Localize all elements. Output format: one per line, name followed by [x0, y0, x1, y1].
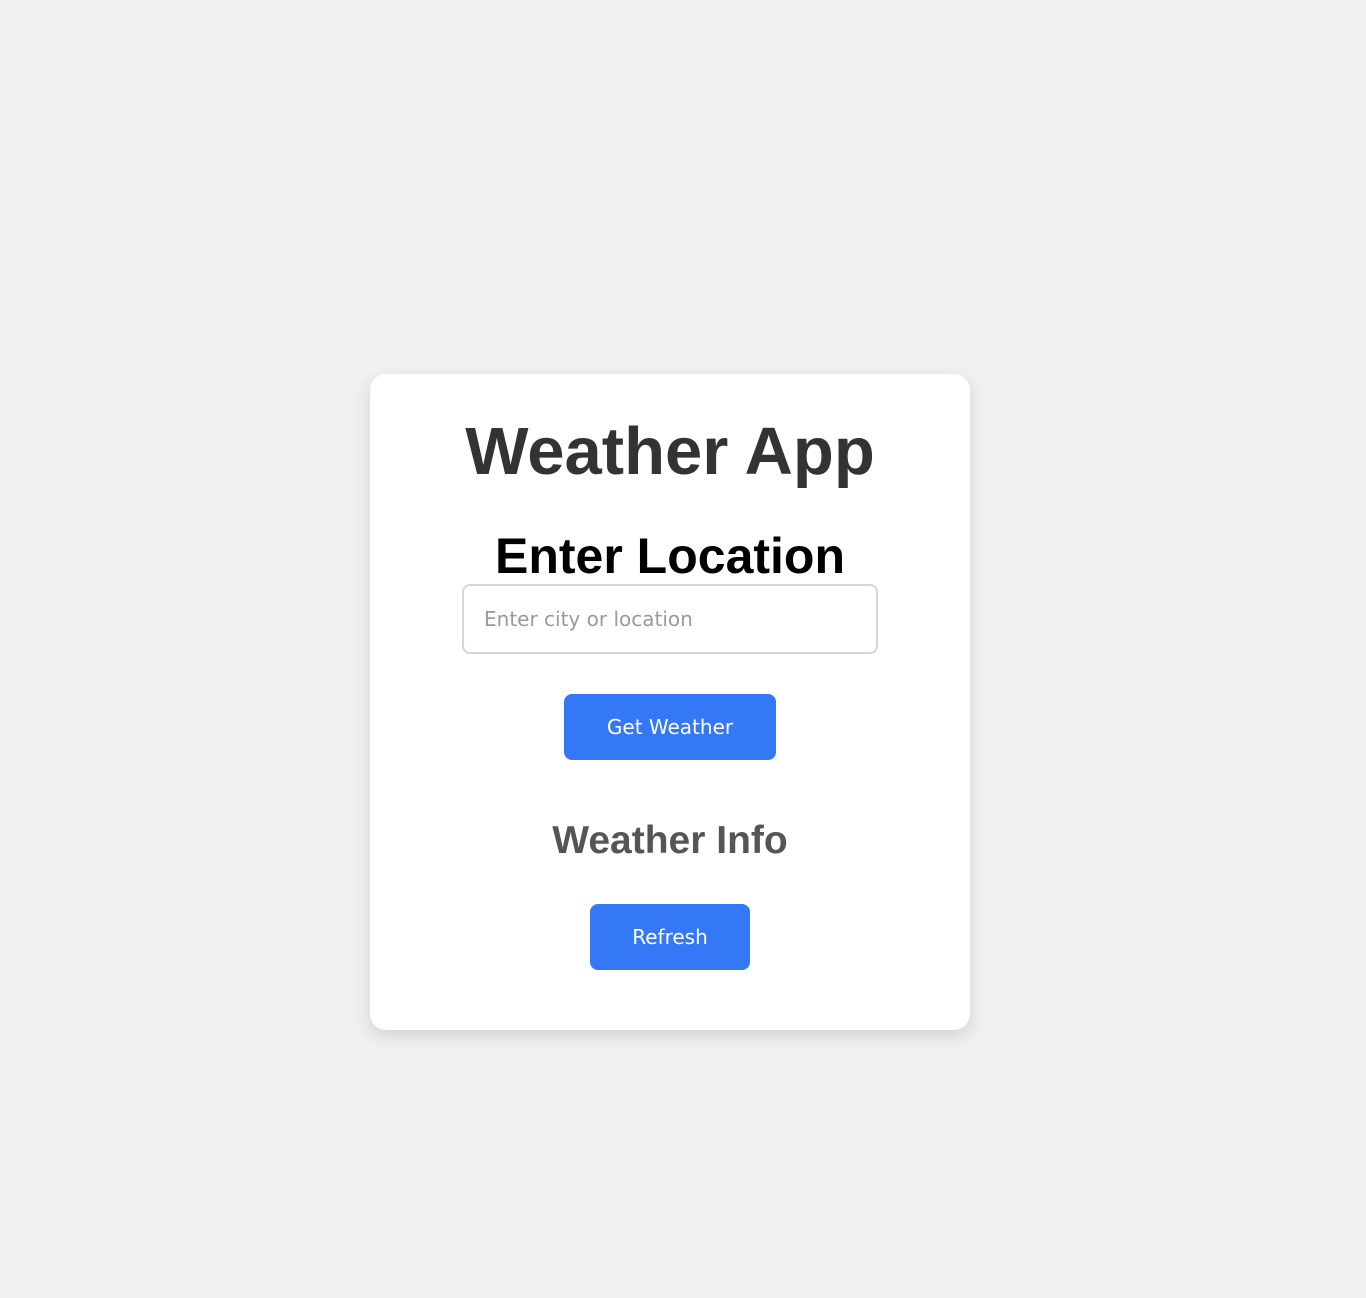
location-heading: Enter Location [494, 528, 846, 584]
weather-info-heading: Weather Info [552, 819, 788, 862]
refresh-button[interactable]: Refresh [590, 904, 750, 970]
app-title: Weather App [465, 414, 875, 489]
location-input[interactable] [462, 584, 878, 654]
weather-card: Weather App Enter Location Get Weather W… [370, 374, 970, 1030]
get-weather-button[interactable]: Get Weather [564, 694, 776, 760]
